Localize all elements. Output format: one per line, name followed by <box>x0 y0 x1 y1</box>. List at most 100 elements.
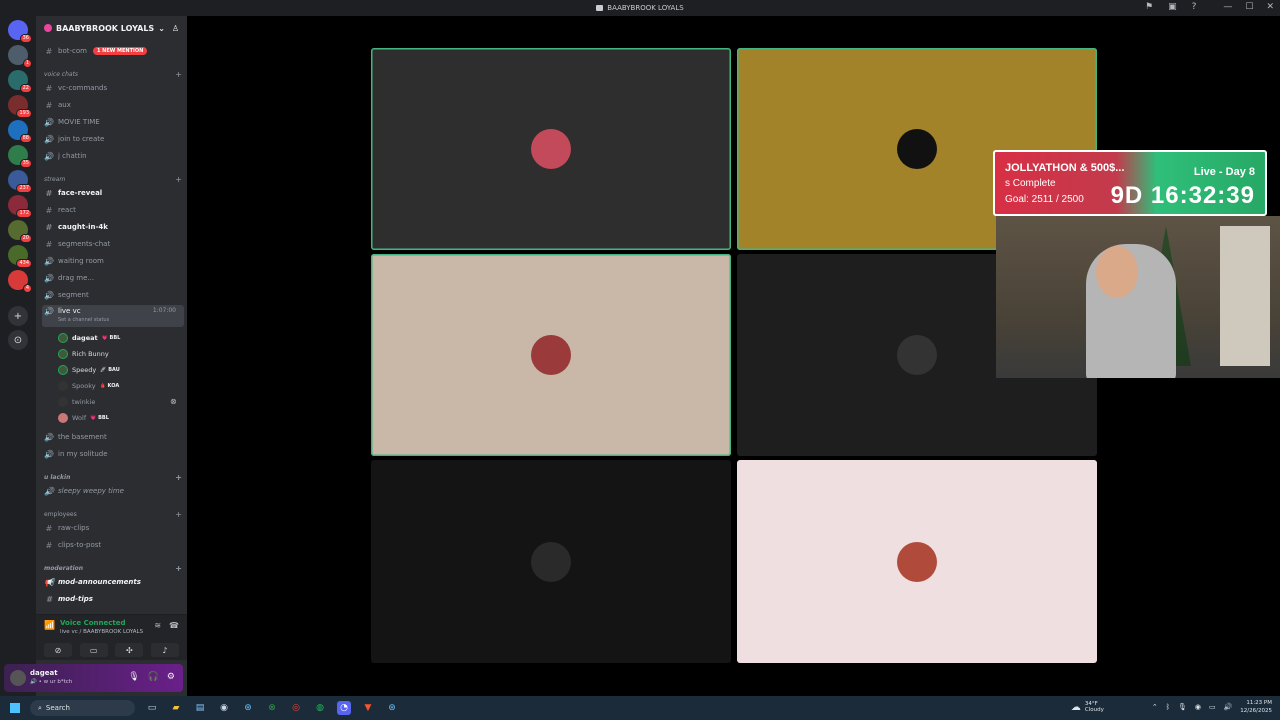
inbox-icon[interactable]: ⚑ <box>1145 2 1153 12</box>
category-stream[interactable]: stream + <box>44 173 182 185</box>
taskview-icon[interactable]: ▭ <box>145 701 159 715</box>
server-icon[interactable]: 35 <box>8 145 32 168</box>
channel-the-basement[interactable]: 🔊 the basement <box>42 430 184 444</box>
server-header[interactable]: BAABYBROOK LOYALS ⌄ ♙ <box>36 16 187 40</box>
activities-button[interactable]: ✣ <box>115 643 144 657</box>
channel-mod-tips[interactable]: # mod-tips <box>42 592 184 606</box>
close-button[interactable]: ✕ <box>1266 2 1274 12</box>
vc-user[interactable]: Speedy 🚀 BAU <box>58 363 120 377</box>
category-employees[interactable]: employees + <box>44 508 182 520</box>
channel-react[interactable]: # react <box>42 203 184 217</box>
xbox-icon[interactable]: ⊗ <box>265 701 279 715</box>
mention-badge[interactable]: 1 NEW MENTION <box>92 47 148 55</box>
server-icon[interactable]: 36 <box>8 20 32 43</box>
channel-j-chattin[interactable]: 🔊 j chattin <box>42 149 184 163</box>
steam-icon[interactable]: ⊛ <box>385 701 399 715</box>
channel-live-vc[interactable]: 🔊 live vc Set a channel status 1:07:00 <box>42 305 184 327</box>
channel-sleepy-weepy-time[interactable]: 🔊 sleepy weepy time <box>42 484 184 498</box>
server-icon[interactable]: 4 <box>8 270 32 293</box>
server-icon[interactable]: 193 <box>8 95 32 118</box>
help-icon[interactable]: ? <box>1192 2 1197 12</box>
vc-user[interactable]: Rich Bunny <box>58 347 113 361</box>
channel-status[interactable]: Set a channel status <box>58 317 109 323</box>
voice-status[interactable]: Voice Connected <box>60 619 126 627</box>
camera-off-button[interactable]: ⊘ <box>44 643 72 657</box>
add-member-icon[interactable]: ♙ <box>172 24 179 33</box>
channel-join-to-create[interactable]: 🔊 join to create <box>42 132 184 146</box>
username[interactable]: dageat <box>30 669 58 677</box>
channel-waiting-room[interactable]: 🔊 waiting room <box>42 254 184 268</box>
participant-tile[interactable] <box>737 460 1097 663</box>
category-voice-chats[interactable]: voice chats + <box>44 68 182 80</box>
participant-tile[interactable] <box>371 48 731 250</box>
channel-clips-to-post[interactable]: # clips-to-post <box>42 538 184 552</box>
add-channel-icon[interactable]: + <box>175 70 182 79</box>
gear-icon[interactable]: ⚙ <box>167 672 175 682</box>
channel-face-reveal[interactable]: # face-reveal <box>42 186 184 200</box>
chrome-icon[interactable]: ◎ <box>289 701 303 715</box>
discord-icon[interactable]: ◔ <box>337 701 351 715</box>
avatar[interactable] <box>10 670 26 686</box>
steam-icon[interactable]: ⊛ <box>241 701 255 715</box>
server-icon[interactable]: 172 <box>8 195 32 218</box>
obs-icon[interactable]: ◉ <box>217 701 231 715</box>
windows-start-icon[interactable] <box>10 703 20 713</box>
server-icon[interactable]: 1 <box>8 45 32 68</box>
screen-share-button[interactable]: ▭ <box>79 643 108 657</box>
minimize-button[interactable]: — <box>1223 2 1232 12</box>
add-server-icon[interactable]: + <box>8 306 28 326</box>
brave-icon[interactable]: ▼ <box>361 701 375 715</box>
channel-aux[interactable]: # aux <box>42 98 184 112</box>
server-icon[interactable]: 434 <box>8 245 32 268</box>
soundboard-button[interactable]: ♪ <box>150 643 179 657</box>
server-icon[interactable]: 20 <box>8 220 32 243</box>
server-icon[interactable]: 88 <box>8 120 32 143</box>
disconnect-icon[interactable]: ☎ <box>169 621 179 630</box>
add-channel-icon[interactable]: + <box>175 510 182 519</box>
noise-suppression-icon[interactable]: ≋ <box>154 621 161 630</box>
add-channel-icon[interactable]: + <box>175 564 182 573</box>
file-explorer-icon[interactable]: ▰ <box>169 701 183 715</box>
channel-in-my-solitude[interactable]: 🔊 in my solitude <box>42 447 184 461</box>
taskbar-search[interactable]: ⌕ Search <box>30 700 135 716</box>
avatar <box>531 129 571 169</box>
signal-icon[interactable]: 📶 <box>44 621 55 631</box>
participant-tile[interactable] <box>371 254 731 456</box>
channel-mod-announcements[interactable]: 📢 mod-announcements <box>42 575 184 589</box>
weather-widget[interactable]: ☁ 34°F Cloudy <box>1071 701 1104 713</box>
category-moderation[interactable]: moderation + <box>44 562 182 574</box>
discover-icon[interactable]: ⊙ <box>8 330 28 350</box>
server-icon[interactable]: 237 <box>8 170 32 193</box>
channel-movie-time[interactable]: 🔊 MOVIE TIME <box>42 115 184 129</box>
vc-user[interactable]: twinkie <box>58 395 99 409</box>
screen-icon[interactable]: ▣ <box>1168 2 1177 12</box>
server-icon[interactable]: 22 <box>8 70 32 93</box>
microphone-icon[interactable]: 🎙 <box>128 672 139 682</box>
add-channel-icon[interactable]: + <box>175 473 182 482</box>
participant-tile[interactable] <box>371 460 731 663</box>
maximize-button[interactable]: ☐ <box>1245 2 1253 12</box>
vc-user[interactable]: Spooky 🩸 KOA <box>58 379 119 393</box>
voice-location[interactable]: live vc / BAABYBROOK LOYALS <box>60 629 143 635</box>
channel-caught-in-4k[interactable]: # caught-in-4k <box>42 220 184 234</box>
channel-drag-me[interactable]: 🔊 drag me... <box>42 271 184 285</box>
folder-icon[interactable]: ▤ <box>193 701 207 715</box>
system-clock[interactable]: 11:23 PM 12/26/2025 <box>1240 699 1272 715</box>
microphone-icon[interactable]: 🎙 <box>1178 703 1187 711</box>
channel-bot-com[interactable]: # bot-com 1 NEW MENTION <box>42 44 184 58</box>
bluetooth-icon[interactable]: ᛒ <box>1166 703 1170 711</box>
channel-segments-chat[interactable]: # segments-chat <box>42 237 184 251</box>
category-u-lackin[interactable]: u lackin + <box>44 471 182 483</box>
add-channel-icon[interactable]: + <box>175 175 182 184</box>
volume-icon[interactable]: 🔊 <box>1224 703 1233 711</box>
headphones-icon[interactable]: 🎧 <box>148 672 159 682</box>
network-icon[interactable]: ▭ <box>1209 703 1216 711</box>
chevron-up-icon[interactable]: ⌃ <box>1152 703 1158 711</box>
recording-icon[interactable]: ◉ <box>1195 703 1201 711</box>
spotify-icon[interactable]: ◍ <box>313 701 327 715</box>
vc-user[interactable]: Wolf 💗 BBL <box>58 411 109 425</box>
channel-segment[interactable]: 🔊 segment <box>42 288 184 302</box>
vc-user[interactable]: dageat 💗 BBL <box>58 331 120 345</box>
channel-vc-commands[interactable]: # vc-commands <box>42 81 184 95</box>
channel-raw-clips[interactable]: # raw-clips <box>42 521 184 535</box>
